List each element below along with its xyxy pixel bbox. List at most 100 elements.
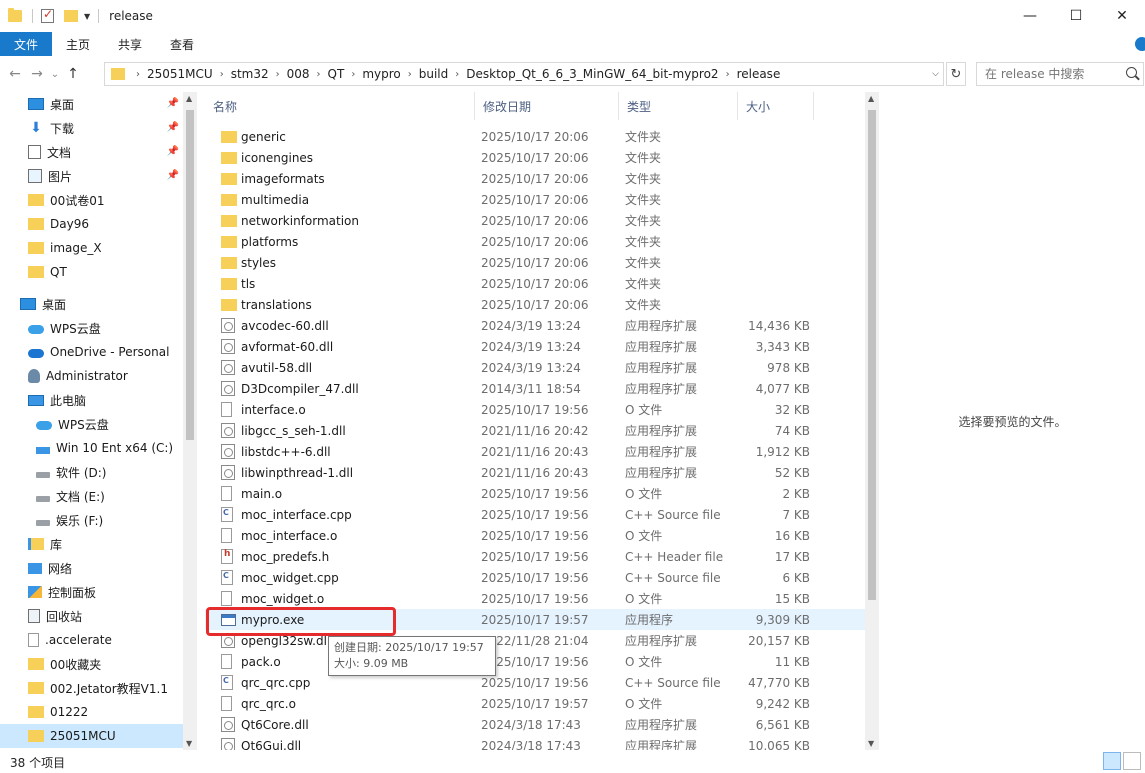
file-list-scrollbar[interactable]: ▲ ▼ [865,92,879,750]
nav-item-folder[interactable]: 002.Jetator教程V1.1 [0,676,197,700]
nav-item-drive-d[interactable]: 软件 (D:) [0,460,197,484]
table-row[interactable]: main.o 2025/10/17 19:56 O 文件 2 KB [205,483,865,504]
table-row[interactable]: avformat-60.dll 2024/3/19 13:24 应用程序扩展 3,34… [205,336,865,357]
table-row[interactable]: tls 2025/10/17 20:06 文件夹 [205,273,865,294]
table-row[interactable]: styles 2025/10/17 20:06 文件夹 [205,252,865,273]
nav-item-drive-c[interactable]: Win 10 Ent x64 (C:) [0,436,197,460]
file-name-cell[interactable]: moc_interface.cpp [205,507,475,522]
scroll-down-icon[interactable]: ▼ [186,739,192,748]
minimize-button[interactable]: — [1007,0,1053,32]
breadcrumb-item[interactable]: mypro [358,67,404,81]
file-name-cell[interactable]: networkinformation [205,214,475,228]
nav-item-folder[interactable]: 01222 [0,700,197,724]
table-row[interactable]: moc_interface.cpp 2025/10/17 19:56 C++ Sou… [205,504,865,525]
file-name-cell[interactable]: translations [205,298,475,312]
file-name-cell[interactable]: moc_predefs.h [205,549,475,564]
breadcrumb-item[interactable]: build [415,67,453,81]
column-header-size[interactable]: 大小 [738,92,814,120]
nav-item-folder[interactable]: 00收藏夹 [0,652,197,676]
scroll-down-icon[interactable]: ▼ [868,739,874,748]
file-name-cell[interactable]: tls [205,277,475,291]
table-row[interactable]: Qt6Core.dll 2024/3/18 17:43 应用程序扩展 6,561 KB [205,714,865,735]
table-row[interactable]: opengl32sw.dll 2022/11/28 21:04 应用程序扩展 20,1… [205,630,865,651]
file-name-cell[interactable]: Qt6Gui.dll [205,738,475,750]
file-name-cell[interactable]: D3Dcompiler_47.dll [205,381,475,396]
table-row[interactable]: multimedia 2025/10/17 20:06 文件夹 [205,189,865,210]
breadcrumb-item[interactable]: 25051MCU [143,67,217,81]
search-input[interactable] [985,67,1115,81]
chevron-down-icon[interactable]: ▼ [84,12,90,21]
table-row[interactable]: avutil-58.dll 2024/3/19 13:24 应用程序扩展 978 KB [205,357,865,378]
search-icon[interactable] [1126,67,1137,78]
table-row[interactable]: moc_widget.cpp 2025/10/17 19:56 C++ Source… [205,567,865,588]
nav-item-folder-selected[interactable]: 25051MCU [0,724,197,748]
chevron-right-icon[interactable]: › [314,69,324,80]
table-row[interactable]: moc_interface.o 2025/10/17 19:56 O 文件 16 KB [205,525,865,546]
table-row[interactable]: mypro.exe 2025/10/17 19:57 应用程序 9,309 KB [205,609,865,630]
chevron-right-icon[interactable]: › [405,69,415,80]
file-name-cell[interactable]: libwinpthread-1.dll [205,465,475,480]
file-name-cell[interactable]: moc_widget.o [205,591,475,606]
chevron-right-icon[interactable]: › [133,69,143,80]
file-name-cell[interactable]: interface.o [205,402,475,417]
scroll-up-icon[interactable]: ▲ [868,94,874,103]
breadcrumb-item[interactable]: QT [324,67,349,81]
chevron-right-icon[interactable]: › [452,69,462,80]
nav-item-onedrive[interactable]: OneDrive - Personal [0,340,197,364]
table-row[interactable]: iconengines 2025/10/17 20:06 文件夹 [205,147,865,168]
table-row[interactable]: avcodec-60.dll 2024/3/19 13:24 应用程序扩展 14,43… [205,315,865,336]
tab-home[interactable]: 主页 [52,32,104,56]
table-row[interactable]: D3Dcompiler_47.dll 2014/3/11 18:54 应用程序扩展 4… [205,378,865,399]
properties-icon[interactable] [41,7,54,23]
file-name-cell[interactable]: generic [205,130,475,144]
details-view-button[interactable] [1103,752,1121,770]
column-header-type[interactable]: 类型 [619,92,738,120]
forward-button[interactable]: → [26,66,48,82]
scroll-up-icon[interactable]: ▲ [186,94,192,103]
nav-item-this-pc[interactable]: 此电脑 [0,388,197,412]
file-name-cell[interactable]: imageformats [205,172,475,186]
table-row[interactable]: moc_widget.o 2025/10/17 19:56 O 文件 15 KB [205,588,865,609]
chevron-right-icon[interactable]: › [723,69,733,80]
nav-item-network[interactable]: 网络 [0,556,197,580]
file-name-cell[interactable]: main.o [205,486,475,501]
breadcrumb-item[interactable]: release [733,67,785,81]
up-button[interactable]: ↑ [62,66,84,82]
file-name-cell[interactable]: moc_widget.cpp [205,570,475,585]
chevron-down-icon[interactable]: ⌵ [932,69,939,79]
table-row[interactable]: imageformats 2025/10/17 20:06 文件夹 [205,168,865,189]
new-folder-icon[interactable] [64,10,78,22]
tab-file[interactable]: 文件 [0,32,52,56]
nav-item-recycle-bin[interactable]: 回收站 [0,604,197,628]
maximize-button[interactable]: ☐ [1053,0,1099,32]
file-name-cell[interactable]: mypro.exe [205,613,475,627]
file-name-cell[interactable]: multimedia [205,193,475,207]
file-name-cell[interactable]: iconengines [205,151,475,165]
file-name-cell[interactable]: platforms [205,235,475,249]
file-name-cell[interactable]: libgcc_s_seh-1.dll [205,423,475,438]
nav-item-desktop[interactable]: 桌面 📌 [0,92,197,116]
nav-item-folder[interactable]: 00试卷01 [0,188,197,212]
large-icons-view-button[interactable] [1123,752,1141,770]
nav-item-folder[interactable]: QT [0,260,197,284]
nav-item-file[interactable]: .accelerate [0,628,197,652]
search-box[interactable] [976,62,1144,86]
nav-item-drive-f[interactable]: 娱乐 (F:) [0,508,197,532]
table-row[interactable]: libwinpthread-1.dll 2021/11/16 20:43 应用程序扩… [205,462,865,483]
chevron-right-icon[interactable]: › [348,69,358,80]
close-button[interactable]: ✕ [1099,0,1145,32]
recent-locations-button[interactable]: ⌄ [48,69,62,80]
table-row[interactable]: interface.o 2025/10/17 19:56 O 文件 32 KB [205,399,865,420]
breadcrumb-item[interactable]: stm32 [227,67,273,81]
file-name-cell[interactable]: avutil-58.dll [205,360,475,375]
chevron-right-icon[interactable]: › [217,69,227,80]
scrollbar-thumb[interactable] [186,110,194,440]
file-name-cell[interactable]: qrc_qrc.cpp [205,675,475,690]
table-row[interactable]: generic 2025/10/17 20:06 文件夹 [205,126,865,147]
nav-scrollbar[interactable]: ▲ ▼ [183,92,197,750]
nav-item-pictures[interactable]: 图片 📌 [0,164,197,188]
nav-item-documents[interactable]: 文档 📌 [0,140,197,164]
nav-item-desktop-root[interactable]: 桌面 [0,292,197,316]
table-row[interactable]: qrc_qrc.cpp 2025/10/17 19:56 C++ Source fi… [205,672,865,693]
breadcrumb-item[interactable]: 008 [283,67,314,81]
